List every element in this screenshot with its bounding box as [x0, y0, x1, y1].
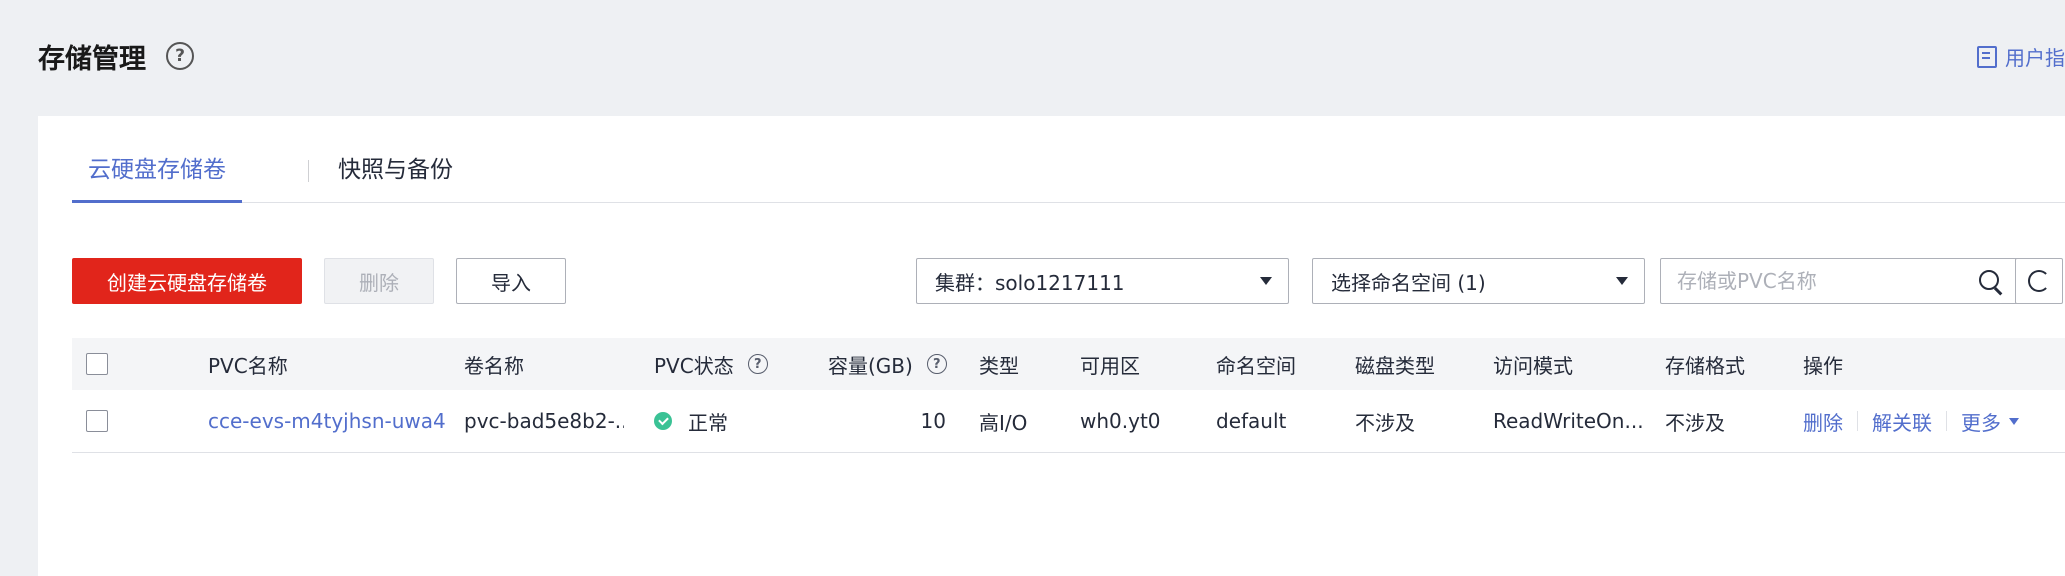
col-capacity[interactable]: 容量(GB) ?: [828, 338, 947, 390]
table-header: PVC名称 卷名称 PVC状态 ? 容量(GB) ? 类型 可用区 命名空间 磁…: [72, 338, 2065, 390]
namespace-select[interactable]: 选择命名空间 (1): [1312, 258, 1645, 304]
search-input[interactable]: [1661, 259, 1969, 303]
select-all-checkbox[interactable]: [86, 353, 108, 375]
col-access-mode[interactable]: 访问模式: [1493, 338, 1573, 390]
page-header: 存储管理 ?: [38, 30, 194, 82]
col-namespace[interactable]: 命名空间: [1216, 338, 1296, 390]
row-delete-link[interactable]: 删除: [1803, 407, 1843, 436]
refresh-icon: [2028, 270, 2050, 292]
type-value: 高I/O: [979, 410, 1028, 435]
access-mode-value: ReadWriteOn...: [1493, 409, 1643, 433]
refresh-button[interactable]: [2015, 258, 2063, 304]
namespace-value: default: [1216, 409, 1287, 433]
question-circle-icon[interactable]: ?: [166, 42, 194, 70]
col-pvc-status[interactable]: PVC状态 ?: [654, 338, 768, 390]
col-storage-format[interactable]: 存储格式: [1665, 338, 1745, 390]
check-circle-icon: [654, 412, 672, 430]
chevron-down-icon: [1260, 277, 1272, 285]
pvc-name-link[interactable]: cce-evs-m4tyjhsn-uwa4: [208, 390, 446, 452]
disk-type-value: 不涉及: [1355, 410, 1415, 435]
page-title: 存储管理: [38, 43, 146, 75]
search-box: [1660, 258, 2018, 304]
row-unbind-link[interactable]: 解关联: [1872, 407, 1932, 436]
col-type[interactable]: 类型: [979, 338, 1019, 390]
cluster-select[interactable]: 集群：solo1217111: [916, 258, 1289, 304]
row-checkbox[interactable]: [86, 410, 108, 432]
question-circle-icon[interactable]: ?: [926, 354, 947, 374]
cluster-select-value: 集群：solo1217111: [935, 270, 1125, 295]
import-button[interactable]: 导入: [456, 258, 566, 304]
chevron-down-icon: [1616, 277, 1628, 285]
user-guide-label: 用户指: [2005, 46, 2065, 70]
question-circle-icon[interactable]: ?: [747, 354, 768, 374]
col-disk-type[interactable]: 磁盘类型: [1355, 338, 1435, 390]
table-row: cce-evs-m4tyjhsn-uwa4 pvc-bad5e8b2-... 正…: [72, 390, 2065, 453]
col-zone[interactable]: 可用区: [1080, 338, 1140, 390]
zone-value: wh0.yt0: [1080, 409, 1161, 433]
user-guide-link[interactable]: 用户指: [1977, 42, 2065, 71]
capacity-value: 10: [920, 409, 946, 433]
delete-button[interactable]: 删除: [324, 258, 434, 304]
row-more-link[interactable]: 更多: [1961, 407, 2001, 436]
tab-divider: [308, 160, 309, 182]
select-all-cell: [86, 338, 108, 390]
volume-name: pvc-bad5e8b2-...: [464, 409, 624, 433]
search-icon[interactable]: [1979, 270, 1999, 290]
action-divider: [1946, 411, 1947, 431]
col-volume-name[interactable]: 卷名称: [464, 338, 524, 390]
edit-doc-icon: [1977, 45, 1997, 68]
pvc-status-text: 正常: [688, 410, 728, 435]
tab-snapshot-backup[interactable]: 快照与备份: [338, 152, 453, 200]
action-divider: [1857, 411, 1858, 431]
pvc-table: PVC名称 卷名称 PVC状态 ? 容量(GB) ? 类型 可用区 命名空间 磁…: [72, 338, 2065, 453]
tab-bar: 云硬盘存储卷 快照与备份: [72, 152, 2065, 203]
col-actions: 操作: [1803, 353, 1843, 378]
tab-evs-volume[interactable]: 云硬盘存储卷: [72, 152, 242, 203]
col-pvc-status-label: PVC状态: [654, 353, 734, 378]
namespace-select-value: 选择命名空间 (1): [1331, 270, 1486, 295]
storage-card: 云硬盘存储卷 快照与备份 创建云硬盘存储卷 删除 导入 集群：solo12171…: [38, 116, 2065, 576]
chevron-down-icon: [2009, 417, 2019, 425]
row-actions: 删除 解关联 更多: [1803, 390, 2019, 452]
col-pvc-name[interactable]: PVC名称: [208, 338, 288, 390]
create-volume-button[interactable]: 创建云硬盘存储卷: [72, 258, 302, 304]
storage-format-value: 不涉及: [1665, 410, 1725, 435]
pvc-status: 正常: [654, 390, 728, 452]
col-capacity-label: 容量(GB): [828, 353, 913, 378]
row-select-cell: [86, 390, 108, 452]
